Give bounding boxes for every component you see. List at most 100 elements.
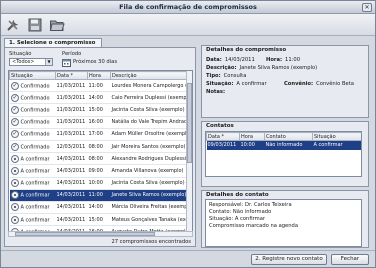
table-row[interactable]: Confirmado 11/03/201115:00Jacinta Costa S…: [9, 103, 189, 117]
descricao-cell: Lourdes Monera Campolergo (e: [110, 79, 189, 93]
confirmed-status-icon: [10, 81, 19, 90]
grid-vertical-scrollbar[interactable]: [186, 71, 192, 231]
grid-horizontal-scrollbar[interactable]: [8, 231, 193, 237]
descricao-cell: Amanda Villanova (exemplo): [110, 164, 189, 178]
data-cell: 14/03/2011: [55, 177, 88, 190]
situacao-cell: Confirmado: [9, 140, 56, 154]
table-row[interactable]: A confirmar 14/03/2011 09:00 Amanda Villano…: [9, 164, 189, 178]
situacao-select[interactable]: <Todos> ▼: [9, 58, 53, 66]
pending-status-icon: [10, 154, 19, 163]
hora-cell: 15:00: [87, 213, 111, 227]
contato-detail-line: Situação: A confirmar: [209, 216, 266, 222]
data-cell: 14/03/2011: [55, 152, 88, 166]
contato-detail-line: Contato: Não informado: [209, 209, 272, 215]
bottom-bar: 2. Registre novo contato Fechar: [1, 250, 375, 267]
fechar-button[interactable]: Fechar: [331, 254, 369, 265]
pending-status-icon: [10, 215, 19, 224]
table-row[interactable]: Confirmado 12/03/201108:00Jair Moreira Sa…: [9, 140, 189, 154]
grid-header-row: Situação Data * Hora Descrição: [9, 71, 189, 80]
pending-status-icon: [10, 191, 19, 200]
compromisso-situacao-row: Situação: A confirmar: [206, 81, 267, 87]
contato-detail-line: Compromisso marcado na agenda: [209, 223, 298, 229]
periodo-value: Próximos 30 dias: [73, 59, 118, 65]
data-cell: 11/03/2011: [55, 79, 88, 93]
tools-icon[interactable]: [5, 17, 21, 33]
hora-cell: 09:00: [87, 164, 111, 178]
scroll-thumb[interactable]: [15, 232, 155, 236]
scroll-thumb[interactable]: [187, 83, 192, 163]
chevron-down-icon: ▼: [45, 59, 52, 65]
pending-status-icon: [10, 203, 19, 212]
convenio-value: Convênio Beta: [316, 81, 354, 87]
situacao-text: A confirmar: [20, 204, 50, 211]
descricao-cell: Márcia Oliveira Freitas (exemplo: [110, 201, 189, 215]
column-header-situacao[interactable]: Situação: [9, 71, 56, 80]
confirmed-status-icon: [10, 105, 19, 114]
compromisso-details-title: Detalhes do compromisso: [206, 47, 287, 53]
compromisso-details-group: Detalhes do compromisso Data: 14/03/2011 …: [201, 45, 369, 118]
contato-row[interactable]: 09/03/2011 10:00 Não informado A confirm…: [206, 140, 361, 150]
situacao-text: A confirmar: [20, 168, 50, 175]
table-row[interactable]: A confirmar 14/03/2011 14:00 Márcia Oliveir…: [9, 201, 189, 215]
compromisso-data-row: Data: 14/03/2011: [206, 57, 255, 63]
situacao-value: A confirmar: [236, 81, 267, 87]
column-header-hora[interactable]: Hora: [87, 71, 111, 80]
hora-value: 11:00: [285, 57, 300, 63]
contatos-column-contato[interactable]: Contato: [264, 132, 313, 141]
hora-cell: 16:00: [87, 116, 111, 129]
data-cell: 12/03/2011: [55, 140, 88, 154]
situacao-cell: A confirmar: [9, 189, 56, 202]
data-cell: 14/03/2011: [55, 201, 88, 215]
compromisso-convenio-row: Convênio: Convênio Beta: [284, 81, 354, 87]
calendar-icon[interactable]: [62, 58, 71, 67]
column-header-data[interactable]: Data *: [55, 71, 88, 80]
confirmed-status-icon: [10, 93, 19, 102]
situacao-cell: A confirmar: [9, 164, 56, 178]
table-row[interactable]: A confirmar 14/03/2011 15:00 Mateus Gonçalv…: [9, 213, 189, 227]
descricao-cell: Caio Ferreira Duplessi (exemplo: [110, 91, 189, 105]
data-cell: 11/03/2011: [55, 103, 88, 117]
hora-cell: 11:00: [87, 189, 111, 202]
open-folder-icon[interactable]: [49, 17, 65, 33]
periodo-label: Período: [62, 51, 82, 57]
descricao-cell: Adam Müller Orsoltre (exemplo): [110, 128, 189, 141]
contatos-column-data[interactable]: Data *: [206, 132, 240, 141]
title-bar[interactable]: Fila de confirmação de compromissos ✕: [1, 1, 375, 14]
situacao-text: A confirmar: [20, 192, 50, 199]
table-row[interactable]: Confirmado 11/03/201117:00Adam Müller Ors…: [9, 128, 189, 141]
contato-contato-cell: Não informado: [264, 140, 313, 150]
descricao-cell: Jacinta Costa Silva (exemplo): [110, 103, 189, 117]
table-row[interactable]: Confirmado 11/03/201114:00Caio Ferreira D…: [9, 91, 189, 105]
registrar-contato-button[interactable]: 2. Registre novo contato: [251, 254, 327, 265]
main-window: Fila de confirmação de compromissos ✕ 1.…: [0, 0, 376, 268]
descricao-cell: Natália do Vale Trepim Andrada: [110, 116, 189, 129]
situacao-text: A confirmar: [20, 156, 50, 163]
tipo-label: Tipo:: [206, 73, 221, 79]
hora-label: Hora:: [266, 57, 283, 63]
contatos-table: Data * Hora Contato Situação 09/03/2011 …: [205, 131, 362, 177]
data-cell: 11/03/2011: [55, 128, 88, 141]
table-row[interactable]: Confirmado 11/03/201116:00Natália do Vale…: [9, 116, 189, 129]
descricao-cell: Jacinta Costa Silva (exemplo): [110, 177, 189, 190]
descricao-label: Descrição:: [206, 65, 237, 71]
tipo-value: Consulta: [223, 73, 247, 79]
descricao-cell: Janete Silva Ramos (exemplo): [110, 189, 189, 202]
table-row[interactable]: A confirmar 14/03/2011 08:00 Alexandre Rodr…: [9, 152, 189, 166]
descricao-cell: Jair Moreira Santos (exemplo): [110, 140, 189, 154]
contatos-column-situacao[interactable]: Situação: [312, 132, 361, 141]
contato-situacao-cell: A confirmar: [312, 140, 361, 150]
situacao-cell: Confirmado: [9, 79, 56, 93]
compromisso-descricao-row: Descrição: Janete Silva Ramos (exemplo): [206, 65, 317, 71]
data-cell: 11/03/2011: [55, 91, 88, 105]
close-icon[interactable]: ✕: [362, 3, 372, 12]
notas-label: Notas:: [206, 89, 226, 95]
table-row[interactable]: A confirmar 14/03/2011 10:00 Jacinta Costa …: [9, 177, 189, 190]
contatos-column-hora[interactable]: Hora: [239, 132, 265, 141]
left-panel: Situação <Todos> ▼ Período Próximos 30 d…: [4, 47, 196, 247]
save-icon[interactable]: [27, 17, 43, 33]
situacao-cell: A confirmar: [9, 213, 56, 227]
column-header-descricao[interactable]: Descrição: [110, 71, 189, 80]
pending-status-icon: [10, 166, 19, 175]
table-row[interactable]: A confirmar 14/03/2011 11:00 Janete Silva R…: [9, 189, 189, 202]
table-row[interactable]: Confirmado 11/03/201111:00Lourdes Monera …: [9, 79, 189, 93]
